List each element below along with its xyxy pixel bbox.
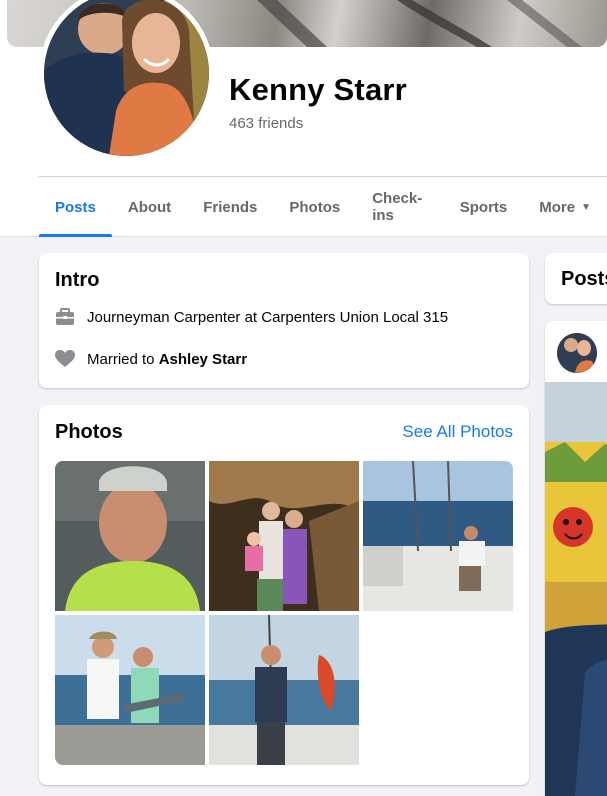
caret-down-icon: ▼ xyxy=(581,201,591,213)
post-card xyxy=(545,321,607,796)
intro-job-row: Journeyman Carpenter at Carpenters Union… xyxy=(55,307,448,327)
tab-friends[interactable]: Friends xyxy=(187,177,273,237)
see-all-photos-link[interactable]: See All Photos xyxy=(402,422,513,442)
intro-relationship-prefix: Married to xyxy=(87,350,159,368)
friends-count[interactable]: 463 friends xyxy=(229,115,303,132)
intro-title: Intro xyxy=(55,269,100,291)
tab-posts[interactable]: Posts xyxy=(39,177,112,237)
tab-label: About xyxy=(127,198,172,216)
photo-grid xyxy=(55,461,513,765)
tab-sports[interactable]: Sports xyxy=(444,177,524,237)
tab-label: Sports xyxy=(459,198,508,216)
tab-photos[interactable]: Photos xyxy=(273,177,356,237)
photo-thumbnail[interactable] xyxy=(55,461,205,611)
post-image[interactable] xyxy=(545,382,607,796)
tab-check-ins[interactable]: Check-ins xyxy=(356,177,444,237)
tab-label: Friends xyxy=(203,198,258,216)
tab-more[interactable]: More ▼ xyxy=(523,177,607,237)
post-author-avatar[interactable] xyxy=(557,333,597,373)
profile-tabs: Posts About Friends Photos Check-ins Spo… xyxy=(39,177,607,237)
posts-title: Posts xyxy=(561,268,607,290)
intro-relationship-row: Married to Ashley Starr xyxy=(55,349,247,369)
photos-title: Photos xyxy=(55,421,123,443)
tab-about[interactable]: About xyxy=(112,177,187,237)
tab-label: Check-ins xyxy=(372,190,423,224)
heart-icon xyxy=(55,349,75,369)
photos-card: Photos See All Photos xyxy=(39,405,529,785)
tab-label: More xyxy=(539,198,576,216)
spouse-link[interactable]: Ashley Starr xyxy=(159,351,247,368)
photo-thumbnail[interactable] xyxy=(363,461,513,611)
photo-thumbnail[interactable] xyxy=(209,615,359,765)
intro-card: Intro Journeyman Carpenter at Carpenters… xyxy=(39,253,529,388)
intro-job-text: Journeyman Carpenter at Carpenters Union… xyxy=(87,308,449,326)
tab-label: Photos xyxy=(289,198,341,216)
profile-name: Kenny Starr xyxy=(229,72,407,107)
posts-header-card: Posts xyxy=(545,253,607,304)
tab-label: Posts xyxy=(55,198,96,216)
photo-thumbnail[interactable] xyxy=(55,615,205,765)
photo-thumbnail[interactable] xyxy=(209,461,359,611)
briefcase-icon xyxy=(55,307,75,327)
